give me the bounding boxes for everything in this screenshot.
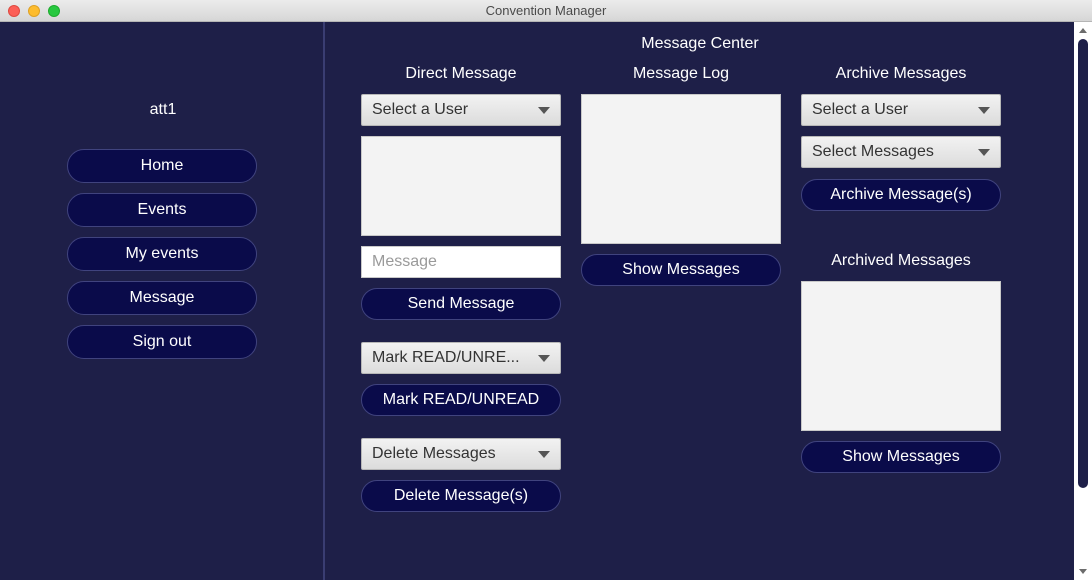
message-log-list[interactable] [581, 94, 781, 244]
chevron-down-icon [538, 354, 550, 362]
show-messages-button[interactable]: Show Messages [581, 254, 781, 286]
nav-events-button[interactable]: Events [67, 193, 257, 227]
nav-home-button[interactable]: Home [67, 149, 257, 183]
message-input[interactable]: Message [361, 246, 561, 278]
mark-read-select-value: Mark READ/UNRE... [372, 349, 520, 366]
title-bar: Convention Manager [0, 0, 1092, 22]
delete-messages-button[interactable]: Delete Message(s) [361, 480, 561, 512]
delete-messages-select[interactable]: Delete Messages [361, 438, 561, 470]
archived-messages-list[interactable] [801, 281, 1001, 431]
archive-messages-select[interactable]: Select Messages [801, 136, 1001, 168]
delete-messages-select-value: Delete Messages [372, 445, 496, 462]
username-label: att1 [149, 101, 177, 118]
chevron-down-icon [538, 450, 550, 458]
archive-messages-button[interactable]: Archive Message(s) [801, 179, 1001, 211]
sidebar-divider [323, 22, 325, 580]
archive-messages-heading: Archive Messages [835, 65, 967, 82]
message-input-placeholder: Message [372, 253, 437, 270]
direct-message-list[interactable] [361, 136, 561, 236]
chevron-down-icon [978, 148, 990, 156]
send-message-button[interactable]: Send Message [361, 288, 561, 320]
archive-messages-select-value: Select Messages [812, 143, 934, 160]
show-archived-messages-button[interactable]: Show Messages [801, 441, 1001, 473]
page-title: Message Center [641, 35, 759, 52]
mark-read-select[interactable]: Mark READ/UNRE... [361, 342, 561, 374]
nav-my-events-button[interactable]: My events [67, 237, 257, 271]
archive-user-select[interactable]: Select a User [801, 94, 1001, 126]
chevron-down-icon [538, 106, 550, 114]
archived-messages-heading: Archived Messages [831, 252, 971, 269]
message-log-heading: Message Log [632, 65, 730, 82]
chevron-down-icon [978, 106, 990, 114]
scrollbar-thumb[interactable] [1078, 39, 1088, 488]
mark-read-unread-button[interactable]: Mark READ/UNREAD [361, 384, 561, 416]
app-content: att1 Home Events My events Message Sign … [0, 22, 1092, 580]
window-title: Convention Manager [485, 3, 607, 18]
direct-user-select[interactable]: Select a User [361, 94, 561, 126]
scroll-down-arrow-icon[interactable] [1079, 569, 1087, 574]
nav-message-button[interactable]: Message [67, 281, 257, 315]
nav-sign-out-button[interactable]: Sign out [67, 325, 257, 359]
scroll-up-arrow-icon[interactable] [1079, 28, 1087, 33]
direct-user-select-value: Select a User [372, 101, 469, 118]
archive-user-select-value: Select a User [812, 101, 909, 118]
direct-message-heading: Direct Message [405, 65, 517, 82]
vertical-scrollbar[interactable] [1074, 22, 1092, 580]
